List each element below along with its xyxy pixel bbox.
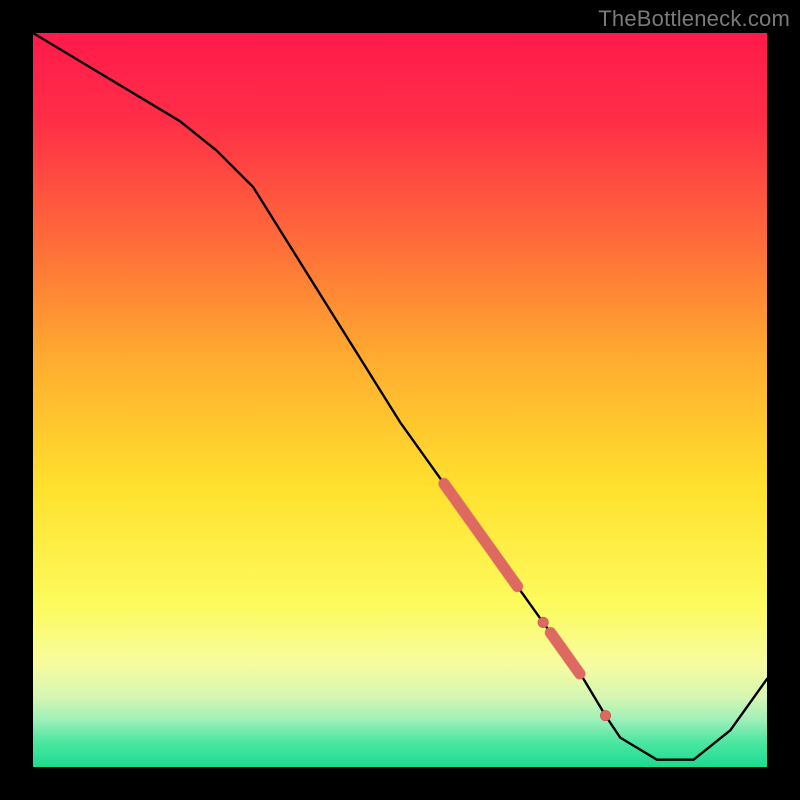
- curve-marker-dot: [600, 710, 610, 720]
- chart-frame: TheBottleneck.com: [0, 0, 800, 800]
- curve-marker-dot: [538, 617, 548, 627]
- curve-marker-pill: [444, 484, 517, 587]
- watermark-text: TheBottleneck.com: [598, 6, 790, 32]
- plot-area: [33, 33, 767, 767]
- curve-marker-pill: [550, 633, 579, 674]
- chart-overlay: [33, 33, 767, 767]
- bottleneck-curve: [33, 33, 767, 760]
